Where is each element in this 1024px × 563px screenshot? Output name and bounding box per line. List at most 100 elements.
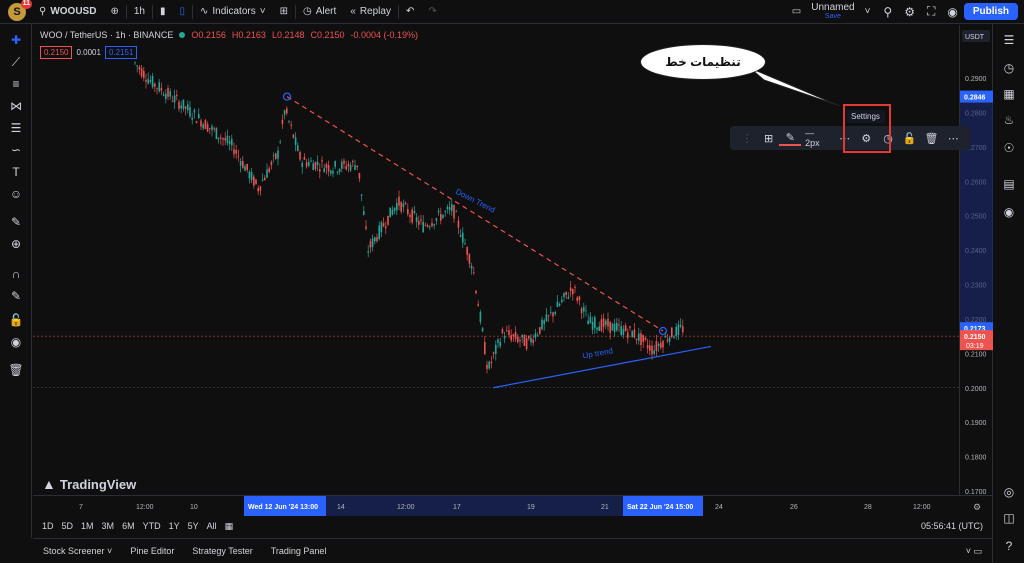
candle [341, 158, 343, 173]
eye-icon[interactable]: ◉ [8, 334, 24, 350]
zoom-icon[interactable]: ⊕ [8, 236, 24, 252]
watchlist-icon[interactable]: ☰ [1001, 32, 1017, 48]
collapse-panel-icon[interactable]: ˅ ▭ [966, 546, 982, 557]
symbol-title[interactable]: WOO / TetherUS · 1h · BINANCE [40, 30, 173, 40]
candle [457, 216, 460, 234]
buy-button[interactable]: 0.2151 [104, 46, 138, 59]
candle [233, 142, 235, 159]
time-axis-settings-icon[interactable]: ⚙ [973, 502, 981, 512]
interval-button[interactable]: 1h [127, 0, 152, 24]
candle [294, 132, 297, 152]
price-axis[interactable]: USDT 0.29000.28000.27000.26000.25000.240… [959, 25, 993, 496]
candle [525, 335, 528, 351]
candle [158, 79, 160, 93]
lock-drawing-icon[interactable]: ✎ [8, 288, 24, 304]
chat-icon[interactable]: ▤ [1001, 176, 1017, 192]
alert-button[interactable]: ◷ Alert [296, 0, 343, 24]
fire-icon[interactable]: ♨ [1001, 112, 1017, 128]
range-ytd[interactable]: YTD [140, 521, 164, 531]
text-icon[interactable]: T [8, 164, 24, 180]
indicators-button[interactable]: ∿ Indicators ˅ [193, 0, 273, 24]
undo-button[interactable]: ↶ [399, 0, 421, 24]
utc-clock[interactable]: 05:56:41 (UTC) [918, 521, 986, 531]
candle [638, 327, 640, 345]
candle [358, 172, 361, 182]
tab-stock-screener[interactable]: Stock Screener ˅ [43, 546, 112, 556]
help-icon[interactable]: ? [1001, 538, 1017, 554]
layout-menu-button[interactable]: ▭ Unnamed Save ˅ [785, 0, 878, 24]
candle [591, 316, 594, 335]
down-trend-line[interactable] [286, 96, 664, 332]
publish-button[interactable]: Publish [963, 3, 1018, 20]
trend-line-icon[interactable]: ⟋ [8, 54, 24, 70]
range-6m[interactable]: 6M [119, 521, 138, 531]
candle [602, 313, 605, 334]
brush-icon[interactable]: ∽ [8, 142, 24, 158]
ruler-icon[interactable]: ✎ [8, 214, 24, 230]
templates-icon[interactable]: ⊞ [758, 132, 780, 145]
fullscreen-icon[interactable]: ⛶ [921, 4, 941, 19]
tab-trading-panel[interactable]: Trading Panel [271, 546, 327, 556]
lightbulb-icon[interactable]: ☉ [1001, 140, 1017, 156]
time-axis[interactable]: 7 12:00 10 12:00 17 19 21 24 26 28 12:00 Wed 12 Jun… [33, 495, 992, 516]
redo-button[interactable]: ↷ [421, 0, 443, 24]
line-width-button[interactable]: — 2px [801, 128, 834, 148]
candle [574, 284, 576, 294]
chart-type-bars-button[interactable]: ▮ [153, 0, 173, 24]
candle [325, 162, 328, 175]
crosshair-icon[interactable]: ✚ [8, 32, 24, 48]
up-trend-label: Up trend [582, 346, 614, 360]
ideas-icon[interactable]: ◉ [1001, 204, 1017, 220]
emoji-icon[interactable]: ☺ [8, 186, 24, 202]
price-scale[interactable]: USDT 0.29000.28000.27000.26000.25000.240… [960, 25, 993, 496]
chart-type-candles-button[interactable]: ▯ [172, 0, 192, 24]
quick-search-icon[interactable]: ⚲ [877, 5, 898, 19]
replay-button[interactable]: « Replay [343, 0, 398, 24]
candle [250, 167, 253, 183]
range-3m[interactable]: 3M [99, 521, 118, 531]
range-all[interactable]: All [204, 521, 220, 531]
alarm-icon[interactable]: ◷ [1001, 60, 1017, 76]
layouts-button[interactable]: ⊞ [273, 0, 295, 24]
tab-pine-editor[interactable]: Pine Editor [130, 546, 174, 556]
candle [367, 245, 369, 258]
candle [609, 321, 611, 340]
trash-icon[interactable]: 🗑 [8, 362, 24, 378]
symbol-search-button[interactable]: ⚲ WOOUSD [32, 0, 103, 24]
line-color-icon[interactable]: ✎ [779, 131, 802, 146]
panel-icon[interactable]: ◫ [1001, 510, 1017, 526]
more-icon[interactable]: ⋯ [942, 132, 964, 145]
candle [437, 208, 440, 216]
candle [239, 157, 242, 173]
drag-handle-icon[interactable]: ⋮ [736, 132, 758, 145]
target-icon[interactable]: ◎ [1001, 484, 1017, 500]
lock-icon[interactable]: 🔓 [899, 132, 921, 145]
range-5y[interactable]: 5Y [185, 521, 202, 531]
camera-icon[interactable]: ◉ [941, 5, 963, 19]
time-scale[interactable]: 7 12:00 10 12:00 17 19 21 24 26 28 12:00 Wed 12 Jun… [33, 496, 992, 516]
candle [198, 108, 200, 120]
horizontal-lines-icon[interactable]: ≡ [8, 76, 24, 92]
range-1d[interactable]: 1D [39, 521, 57, 531]
user-avatar[interactable]: S 11 [8, 0, 32, 21]
range-1y[interactable]: 1Y [166, 521, 183, 531]
price-marker-label: 0.2846 [964, 95, 986, 102]
pitchfork-icon[interactable]: ⋈ [8, 98, 24, 114]
candle [534, 328, 537, 342]
tab-strategy-tester[interactable]: Strategy Tester [192, 546, 252, 556]
time-tick-label: 19 [527, 504, 535, 511]
gear-icon[interactable]: ⚙ [898, 5, 921, 19]
time-tick-label: 7 [79, 504, 83, 511]
range-5d[interactable]: 5D [59, 521, 77, 531]
candle [627, 328, 629, 344]
sell-button[interactable]: 0.2150 [40, 46, 73, 59]
calendar-icon[interactable]: ▦ [1001, 86, 1017, 102]
goto-date-icon[interactable]: ▦ [222, 521, 237, 532]
compare-button[interactable]: ⊕ [103, 0, 125, 24]
lock-icon[interactable]: 🔓 [8, 312, 24, 328]
candle [677, 320, 680, 341]
fib-icon[interactable]: ☰ [8, 120, 24, 136]
magnet-icon[interactable]: ∩ [8, 266, 24, 282]
range-1m[interactable]: 1M [78, 521, 97, 531]
trash-icon[interactable]: 🗑 [921, 132, 943, 145]
